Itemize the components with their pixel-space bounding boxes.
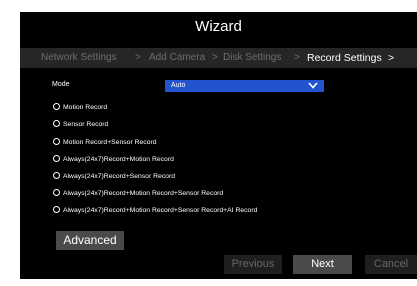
mode-select-value: Auto <box>171 82 186 89</box>
step-separator-current: > <box>388 52 395 64</box>
wizard-window: Wizard Network Settings > Add Camera > D… <box>20 12 417 279</box>
step-separator: > <box>294 52 300 63</box>
radio-icon <box>53 102 60 110</box>
wizard-title: Wizard <box>195 18 242 35</box>
radio-option-always-motion-sensor-record[interactable]: Always(24x7)Record+Motion Record+Sensor … <box>53 188 224 198</box>
radio-icon <box>53 188 60 196</box>
mode-label: Mode <box>52 81 70 88</box>
radio-option-motion-sensor-record[interactable]: Motion Record+Sensor Record <box>53 137 157 147</box>
radio-option-label: Motion Record+Sensor Record <box>63 139 157 146</box>
radio-option-label: Always(24x7)Record+Motion Record+Sensor … <box>63 207 258 214</box>
mode-select[interactable]: Auto <box>165 80 324 92</box>
radio-option-always-motion-record[interactable]: Always(24x7)Record+Motion Record <box>53 154 174 164</box>
radio-option-label: Always(24x7)Record+Motion Record <box>63 156 174 163</box>
radio-icon <box>53 205 60 213</box>
cancel-button[interactable]: Cancel <box>365 255 417 274</box>
next-button[interactable]: Next <box>293 255 352 274</box>
radio-option-label: Always(24x7)Record+Sensor Record <box>63 173 176 180</box>
radio-option-label: Sensor Record <box>63 121 109 128</box>
radio-option-label: Motion Record <box>63 104 108 111</box>
radio-option-always-motion-sensor-ai-record[interactable]: Always(24x7)Record+Motion Record+Sensor … <box>53 205 258 215</box>
step-record-settings: Record Settings <box>307 52 382 64</box>
radio-option-label: Always(24x7)Record+Motion Record+Sensor … <box>63 190 224 197</box>
step-separator: > <box>135 52 141 63</box>
radio-icon <box>53 137 60 145</box>
advanced-button[interactable]: Advanced <box>56 231 124 250</box>
step-add-camera: Add Camera <box>149 52 206 63</box>
radio-icon <box>53 154 60 162</box>
radio-icon <box>53 171 60 179</box>
radio-option-motion-record[interactable]: Motion Record <box>53 102 108 112</box>
radio-option-sensor-record[interactable]: Sensor Record <box>53 119 109 129</box>
chevron-down-icon <box>308 82 318 94</box>
radio-icon <box>53 119 60 127</box>
step-network-settings: Network Settings <box>41 52 117 63</box>
radio-option-always-sensor-record[interactable]: Always(24x7)Record+Sensor Record <box>53 171 176 181</box>
step-separator: > <box>212 52 218 63</box>
step-disk-settings: Disk Settings <box>223 52 282 63</box>
steps-bar: Network Settings > Add Camera > Disk Set… <box>20 48 417 68</box>
previous-button[interactable]: Previous <box>224 255 282 274</box>
